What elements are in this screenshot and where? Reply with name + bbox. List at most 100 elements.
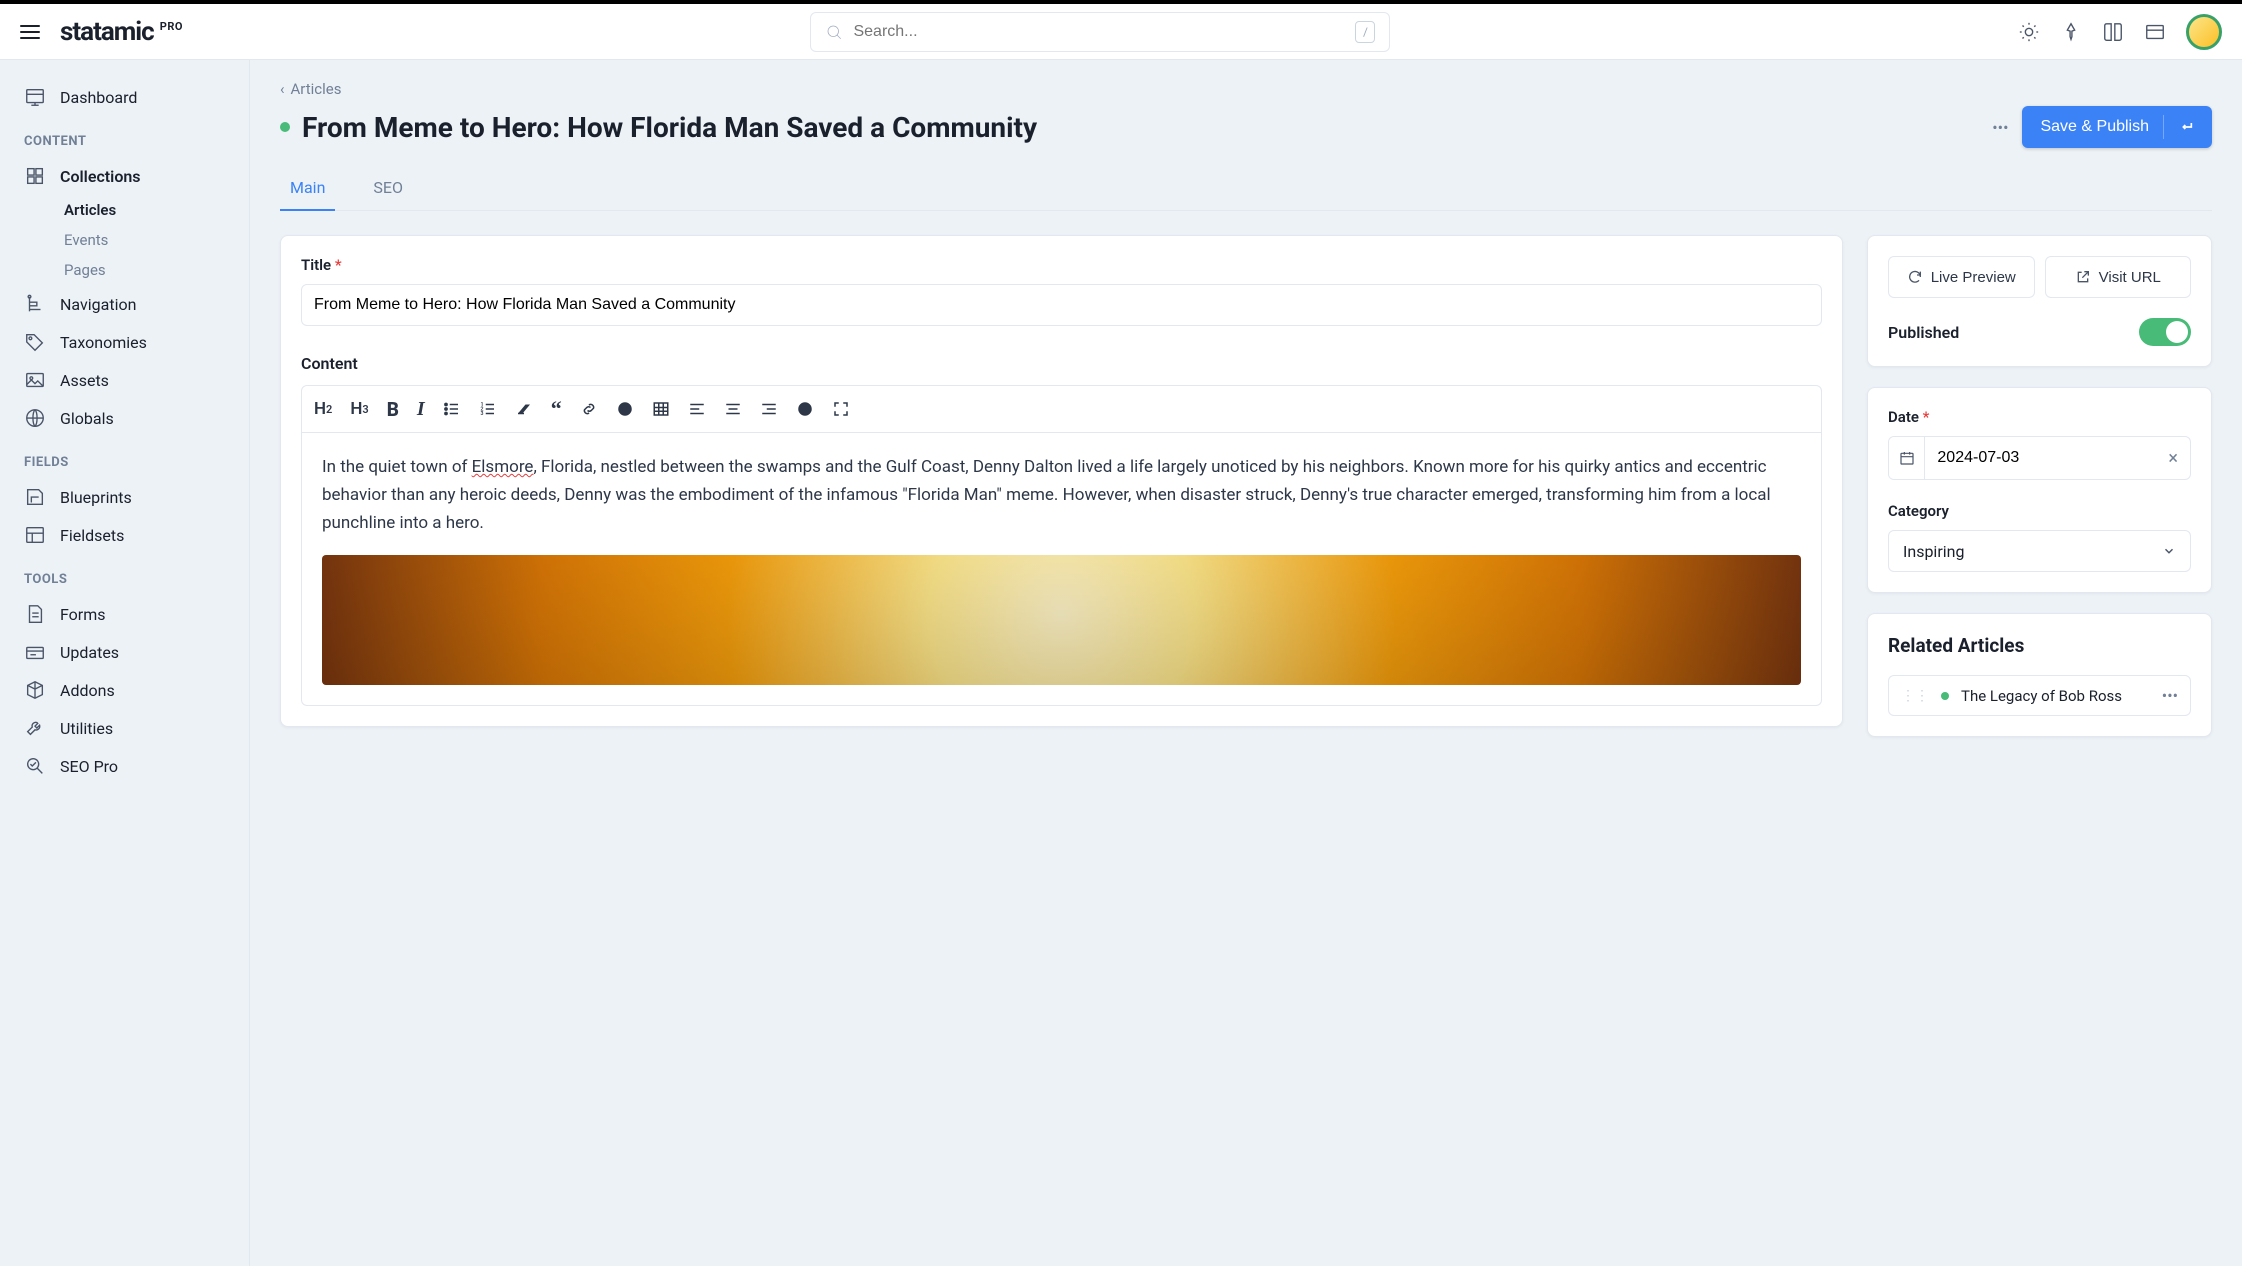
user-avatar[interactable]: [2186, 14, 2222, 50]
ordered-list-button[interactable]: 123: [479, 400, 497, 418]
related-card: Related Articles ⋮⋮ The Legacy of Bob Ro…: [1867, 613, 2212, 737]
related-item[interactable]: ⋮⋮ The Legacy of Bob Ross •••: [1888, 675, 2191, 716]
hamburger-menu[interactable]: [20, 25, 40, 39]
sidebar: Dashboard CONTENT Collections Articles E…: [0, 60, 250, 1266]
content-editor[interactable]: In the quiet town of Elsmore, Florida, n…: [301, 433, 1822, 706]
date-label: Date *: [1888, 408, 2191, 426]
h3-button[interactable]: H3: [350, 399, 368, 419]
tab-main[interactable]: Main: [280, 168, 335, 211]
drag-handle-icon[interactable]: ⋮⋮: [1901, 689, 1929, 703]
blockquote-button[interactable]: “: [551, 396, 562, 422]
align-center-button[interactable]: [724, 400, 742, 418]
publish-card: Live Preview Visit URL Published: [1867, 235, 2212, 367]
align-left-button[interactable]: [688, 400, 706, 418]
align-right-button[interactable]: [760, 400, 778, 418]
main-fields-card: Title * Content H2 H3 B I 123 “: [280, 235, 1843, 727]
nav-fieldsets[interactable]: Fieldsets: [8, 516, 241, 554]
bold-button[interactable]: B: [387, 398, 399, 421]
nav-taxonomies[interactable]: Taxonomies: [8, 323, 241, 361]
bullet-list-button[interactable]: [443, 400, 461, 418]
nav-header-content: CONTENT: [0, 116, 249, 157]
link-button[interactable]: [580, 400, 598, 418]
updates-icon: [24, 641, 46, 663]
search-input[interactable]: [853, 23, 1345, 41]
nav-forms[interactable]: Forms: [8, 595, 241, 633]
status-dot-small: [1941, 692, 1949, 700]
h2-button[interactable]: H2: [314, 399, 332, 419]
dashboard-icon: [24, 86, 46, 108]
code-view-button[interactable]: [796, 400, 814, 418]
fullscreen-button[interactable]: [832, 400, 850, 418]
globe-button[interactable]: [616, 400, 634, 418]
nav-seopro[interactable]: SEO Pro: [8, 747, 241, 785]
nav-sub-events[interactable]: Events: [8, 225, 241, 255]
theme-toggle-icon[interactable]: [2018, 21, 2040, 43]
topbar: statamic PRO /: [0, 0, 2242, 60]
nav-addons[interactable]: Addons: [8, 671, 241, 709]
site-icon[interactable]: [2144, 21, 2166, 43]
clear-format-button[interactable]: [515, 400, 533, 418]
more-actions-button[interactable]: •••: [1992, 118, 2008, 137]
nav-header-tools: TOOLS: [0, 554, 249, 595]
nav-collections[interactable]: Collections: [8, 157, 241, 195]
nav-assets[interactable]: Assets: [8, 361, 241, 399]
logo-badge: PRO: [160, 20, 183, 33]
nav-dashboard[interactable]: Dashboard: [8, 78, 241, 116]
collections-icon: [24, 165, 46, 187]
category-label: Category: [1888, 502, 2191, 520]
blueprints-icon: [24, 486, 46, 508]
content-label: Content: [301, 354, 1822, 373]
search-hotkey: /: [1355, 21, 1375, 43]
breadcrumb[interactable]: ‹ Articles: [280, 80, 2212, 98]
visit-url-button[interactable]: Visit URL: [2045, 256, 2192, 298]
save-publish-button[interactable]: Save & Publish: [2022, 106, 2212, 148]
calendar-icon[interactable]: [1889, 437, 1925, 479]
content-image[interactable]: [322, 555, 1801, 685]
live-preview-button[interactable]: Live Preview: [1888, 256, 2035, 298]
status-dot: [280, 122, 290, 132]
published-toggle[interactable]: [2139, 318, 2191, 346]
tab-seo[interactable]: SEO: [363, 168, 413, 210]
meta-card: Date * × Category Inspiring: [1867, 387, 2212, 593]
search-icon: [825, 23, 843, 41]
fieldsets-icon: [24, 524, 46, 546]
title-input[interactable]: [301, 284, 1822, 326]
content-area: ‹ Articles From Meme to Hero: How Florid…: [250, 60, 2242, 1266]
utilities-icon: [24, 717, 46, 739]
svg-text:3: 3: [480, 411, 483, 417]
chevron-left-icon: ‹: [280, 80, 285, 98]
nav-sub-articles[interactable]: Articles: [8, 195, 241, 225]
refresh-icon: [1907, 269, 1923, 285]
seopro-icon: [24, 755, 46, 777]
logo-text: statamic: [60, 17, 154, 47]
table-button[interactable]: [652, 400, 670, 418]
italic-button[interactable]: I: [417, 398, 425, 421]
editor-toolbar: H2 H3 B I 123 “: [301, 385, 1822, 433]
globals-icon: [24, 407, 46, 429]
addons-icon: [24, 679, 46, 701]
docs-icon[interactable]: [2102, 21, 2124, 43]
published-label: Published: [1888, 323, 1959, 342]
external-link-icon: [2075, 269, 2091, 285]
chevron-down-icon: [2162, 544, 2176, 558]
related-title: Related Articles: [1888, 634, 2191, 657]
nav-updates[interactable]: Updates: [8, 633, 241, 671]
date-input[interactable]: [1925, 437, 2156, 479]
global-search[interactable]: /: [810, 12, 1390, 52]
date-clear-button[interactable]: ×: [2156, 448, 2190, 469]
assets-icon: [24, 369, 46, 391]
nav-sub-pages[interactable]: Pages: [8, 255, 241, 285]
nav-utilities[interactable]: Utilities: [8, 709, 241, 747]
nav-globals[interactable]: Globals: [8, 399, 241, 437]
page-title: From Meme to Hero: How Florida Man Saved…: [302, 111, 1037, 144]
related-item-menu[interactable]: •••: [2162, 686, 2178, 705]
logo[interactable]: statamic PRO: [60, 17, 183, 47]
pin-icon[interactable]: [2060, 21, 2082, 43]
enter-key-icon: [2178, 119, 2194, 135]
taxonomies-icon: [24, 331, 46, 353]
nav-blueprints[interactable]: Blueprints: [8, 478, 241, 516]
title-label: Title *: [301, 256, 1822, 274]
category-select[interactable]: Inspiring: [1888, 530, 2191, 572]
navigation-icon: [24, 293, 46, 315]
nav-navigation[interactable]: Navigation: [8, 285, 241, 323]
